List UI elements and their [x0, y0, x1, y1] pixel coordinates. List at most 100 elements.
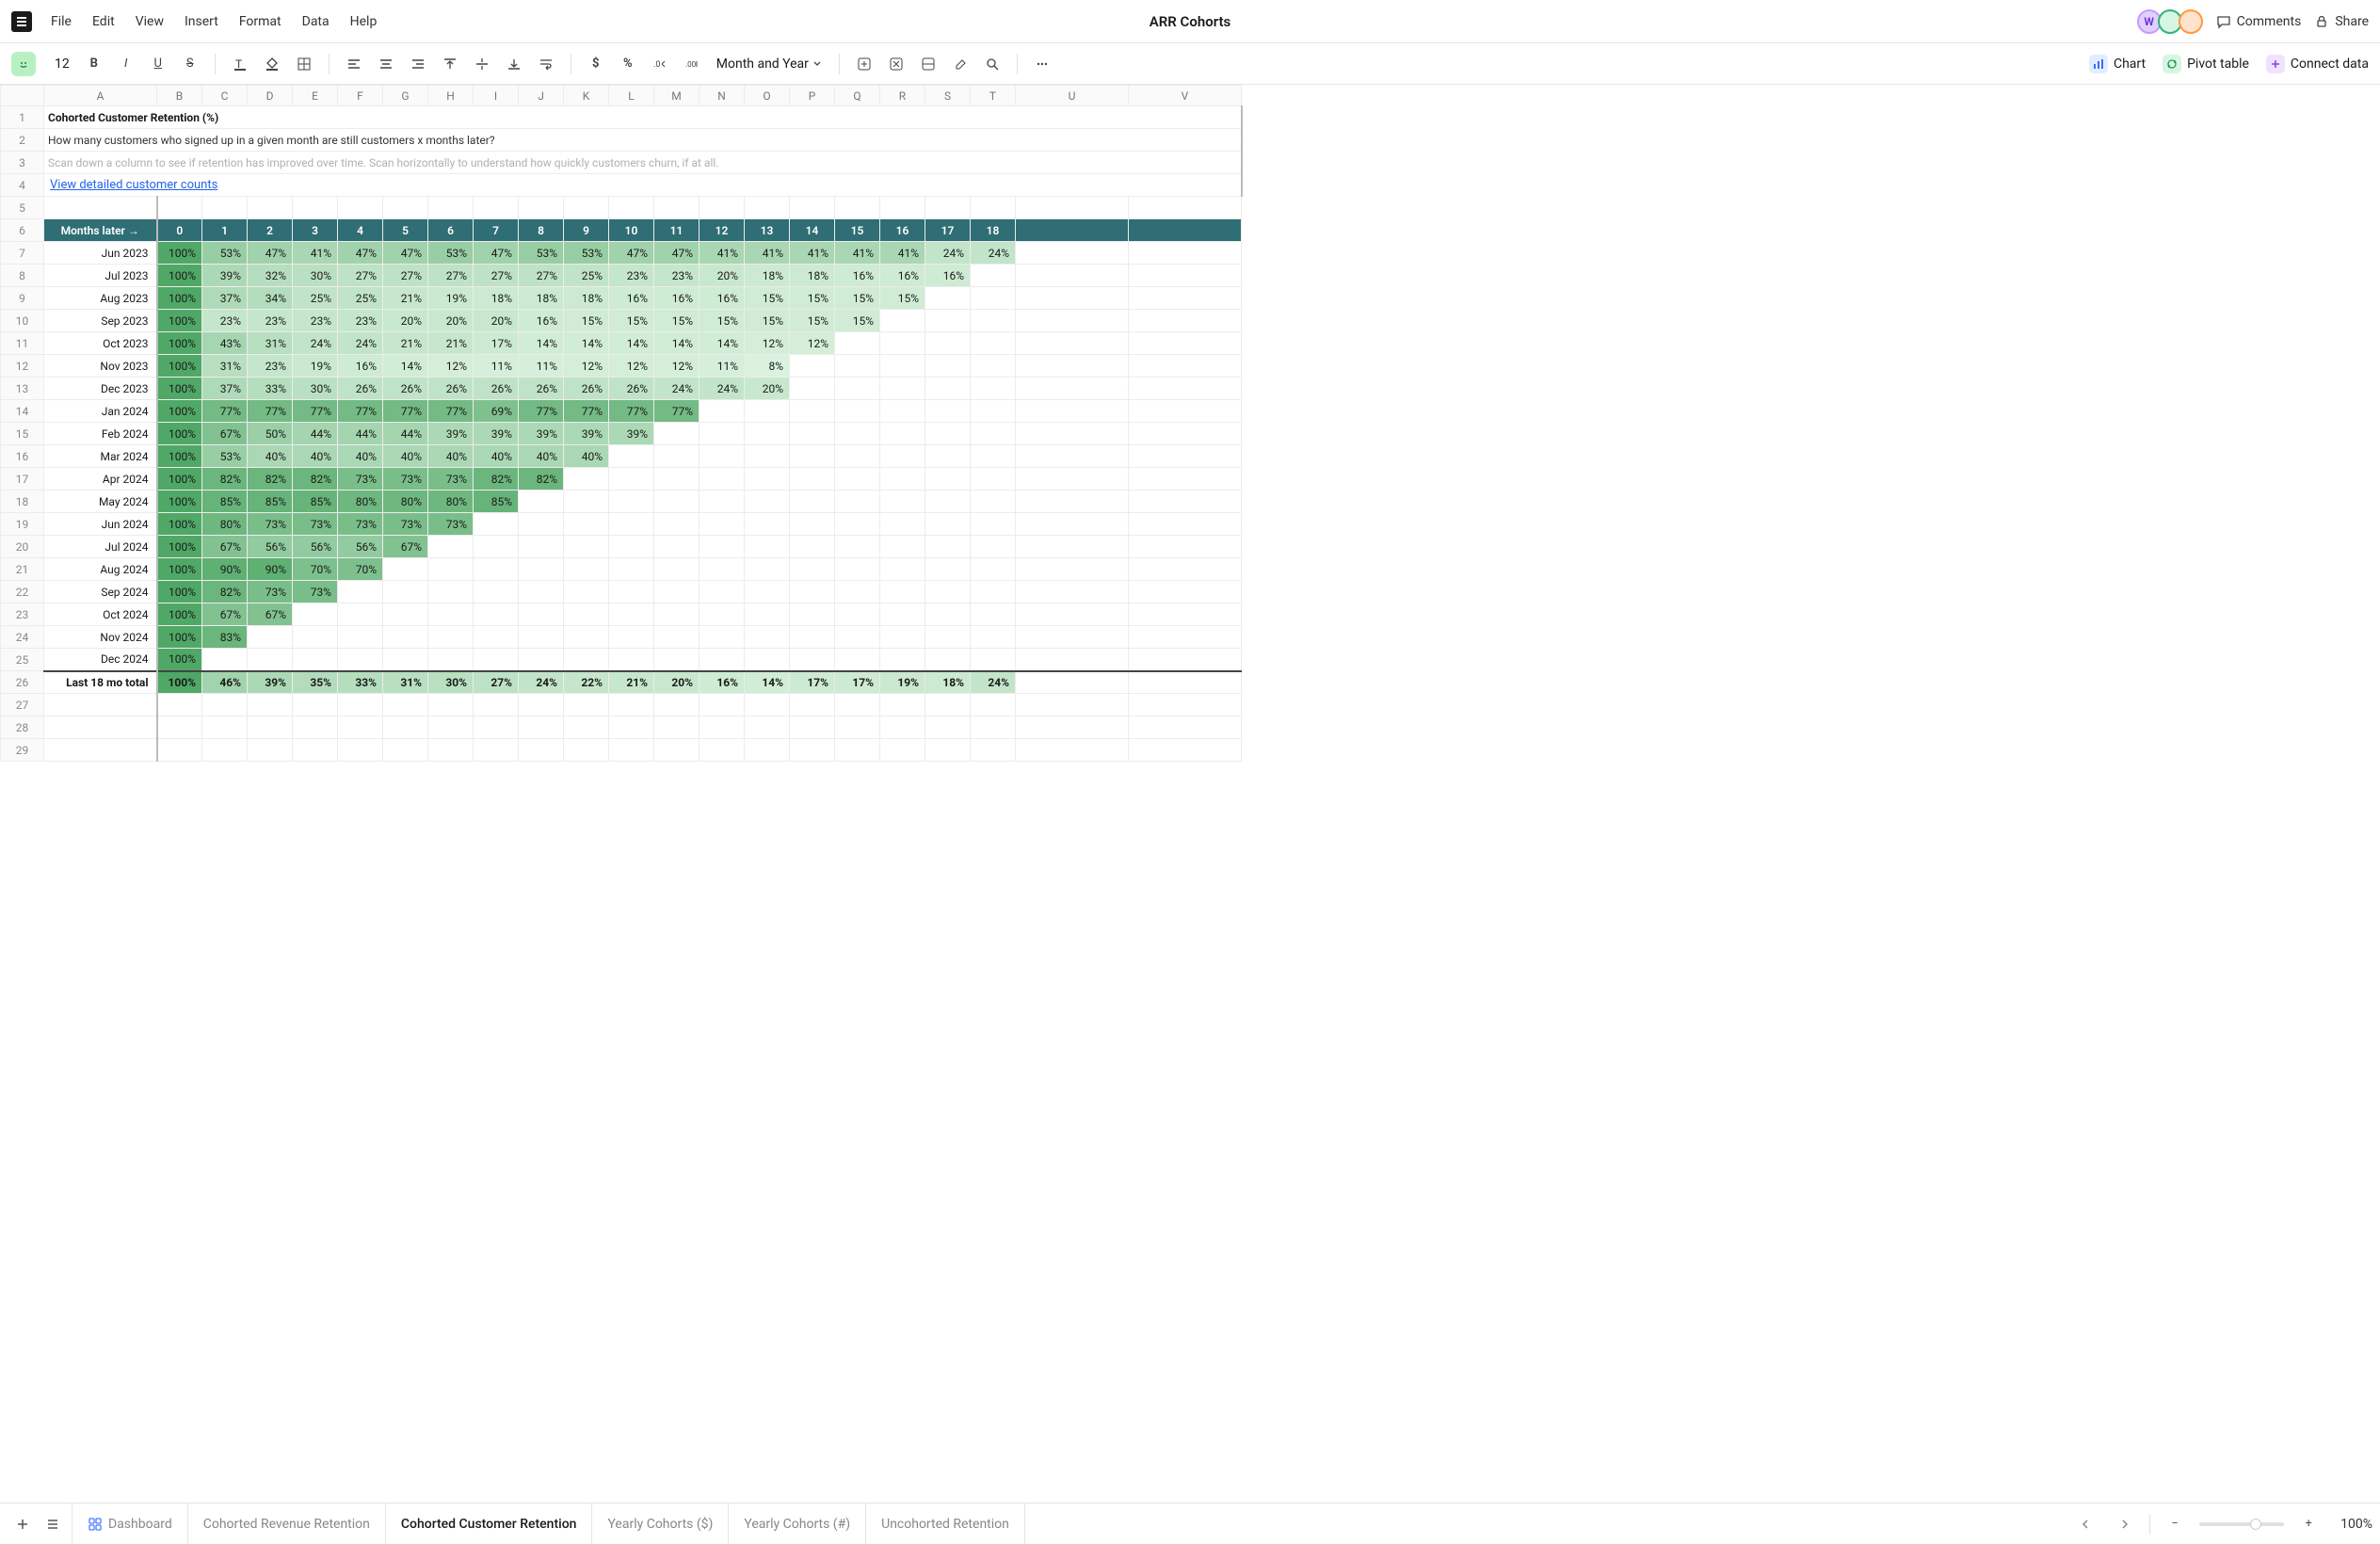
sheet-tab[interactable]: Cohorted Customer Retention: [386, 1504, 593, 1544]
cell[interactable]: [654, 739, 700, 762]
cell[interactable]: [790, 513, 835, 536]
retention-cell[interactable]: 100%: [157, 468, 202, 491]
cell[interactable]: [519, 739, 564, 762]
retention-cell[interactable]: 23%: [293, 310, 338, 332]
total-cell[interactable]: 14%: [745, 671, 790, 694]
row-header[interactable]: 5: [1, 197, 44, 219]
cell[interactable]: [474, 694, 519, 716]
row-header[interactable]: 12: [1, 355, 44, 378]
retention-cell[interactable]: 15%: [835, 310, 880, 332]
cell[interactable]: [835, 716, 880, 739]
retention-cell[interactable]: 40%: [564, 445, 609, 468]
cell[interactable]: [1016, 332, 1129, 355]
retention-cell[interactable]: 24%: [971, 242, 1016, 265]
retention-cell[interactable]: 23%: [338, 310, 383, 332]
decimal-dec-button[interactable]: .0: [647, 51, 673, 77]
avatar-3[interactable]: [2179, 9, 2203, 34]
cell[interactable]: [1129, 445, 1242, 468]
retention-cell[interactable]: 31%: [248, 332, 293, 355]
cell[interactable]: [835, 355, 880, 378]
cell[interactable]: [971, 265, 1016, 287]
menu-file[interactable]: File: [51, 14, 72, 29]
cell[interactable]: [700, 649, 745, 671]
row-header[interactable]: 13: [1, 378, 44, 400]
cell[interactable]: [609, 739, 654, 762]
row-header[interactable]: 20: [1, 536, 44, 558]
cell[interactable]: [654, 558, 700, 581]
cell[interactable]: [609, 197, 654, 219]
cell[interactable]: [293, 626, 338, 649]
retention-cell[interactable]: 14%: [519, 332, 564, 355]
row-header[interactable]: 18: [1, 491, 44, 513]
row-header[interactable]: 15: [1, 423, 44, 445]
more-button[interactable]: [1029, 51, 1055, 77]
cell[interactable]: [474, 603, 519, 626]
cell[interactable]: [383, 649, 428, 671]
retention-cell[interactable]: 80%: [202, 513, 248, 536]
cell[interactable]: [925, 716, 971, 739]
retention-cell[interactable]: 15%: [790, 287, 835, 310]
retention-cell[interactable]: 77%: [248, 400, 293, 423]
cell[interactable]: [293, 197, 338, 219]
cell[interactable]: [564, 536, 609, 558]
row-header[interactable]: 29: [1, 739, 44, 762]
cell[interactable]: [338, 694, 383, 716]
retention-cell[interactable]: 80%: [383, 491, 428, 513]
presence-avatars[interactable]: W: [2141, 9, 2203, 34]
retention-cell[interactable]: 43%: [202, 332, 248, 355]
retention-cell[interactable]: 16%: [880, 265, 925, 287]
cell[interactable]: [1129, 219, 1242, 242]
cell[interactable]: [835, 378, 880, 400]
cell[interactable]: [1129, 536, 1242, 558]
cell[interactable]: [428, 603, 474, 626]
retention-cell[interactable]: 41%: [835, 242, 880, 265]
cell[interactable]: [1016, 694, 1129, 716]
retention-cell[interactable]: 26%: [383, 378, 428, 400]
cell[interactable]: [474, 739, 519, 762]
retention-cell[interactable]: 19%: [428, 287, 474, 310]
cell[interactable]: [700, 491, 745, 513]
cell[interactable]: [1129, 242, 1242, 265]
cell[interactable]: [745, 603, 790, 626]
cell[interactable]: [202, 694, 248, 716]
retention-cell[interactable]: 85%: [293, 491, 338, 513]
pivot-button[interactable]: Pivot table: [2163, 55, 2249, 73]
cell[interactable]: [1129, 603, 1242, 626]
cell[interactable]: [925, 310, 971, 332]
month-header[interactable]: 13: [745, 219, 790, 242]
zoom-slider[interactable]: [2199, 1522, 2284, 1526]
retention-cell[interactable]: 15%: [745, 287, 790, 310]
chart-button[interactable]: Chart: [2089, 55, 2146, 73]
retention-cell[interactable]: 21%: [428, 332, 474, 355]
column-header[interactable]: Q: [835, 86, 880, 106]
total-cell[interactable]: 18%: [925, 671, 971, 694]
strike-button[interactable]: S: [177, 51, 203, 77]
cell[interactable]: [1129, 310, 1242, 332]
cell[interactable]: [519, 536, 564, 558]
sheet-tab[interactable]: Yearly Cohorts ($): [592, 1504, 729, 1544]
retention-cell[interactable]: 37%: [202, 378, 248, 400]
column-header[interactable]: E: [293, 86, 338, 106]
cell[interactable]: [654, 445, 700, 468]
cell[interactable]: [519, 197, 564, 219]
retention-cell[interactable]: 53%: [428, 242, 474, 265]
cohort-label[interactable]: Oct 2023: [44, 332, 157, 355]
underline-button[interactable]: U: [145, 51, 171, 77]
align-left-button[interactable]: [341, 51, 367, 77]
fill-color-button[interactable]: [259, 51, 285, 77]
retention-cell[interactable]: 90%: [248, 558, 293, 581]
cell[interactable]: [1129, 287, 1242, 310]
row-header[interactable]: 7: [1, 242, 44, 265]
cell[interactable]: [1016, 491, 1129, 513]
cell[interactable]: [474, 197, 519, 219]
cell[interactable]: [700, 558, 745, 581]
cell[interactable]: [790, 581, 835, 603]
retention-cell[interactable]: 77%: [428, 400, 474, 423]
cell[interactable]: [790, 378, 835, 400]
month-header[interactable]: 16: [880, 219, 925, 242]
retention-cell[interactable]: 12%: [790, 332, 835, 355]
total-cell[interactable]: 27%: [474, 671, 519, 694]
cell[interactable]: [880, 423, 925, 445]
cell[interactable]: [157, 197, 202, 219]
cell[interactable]: [1129, 581, 1242, 603]
